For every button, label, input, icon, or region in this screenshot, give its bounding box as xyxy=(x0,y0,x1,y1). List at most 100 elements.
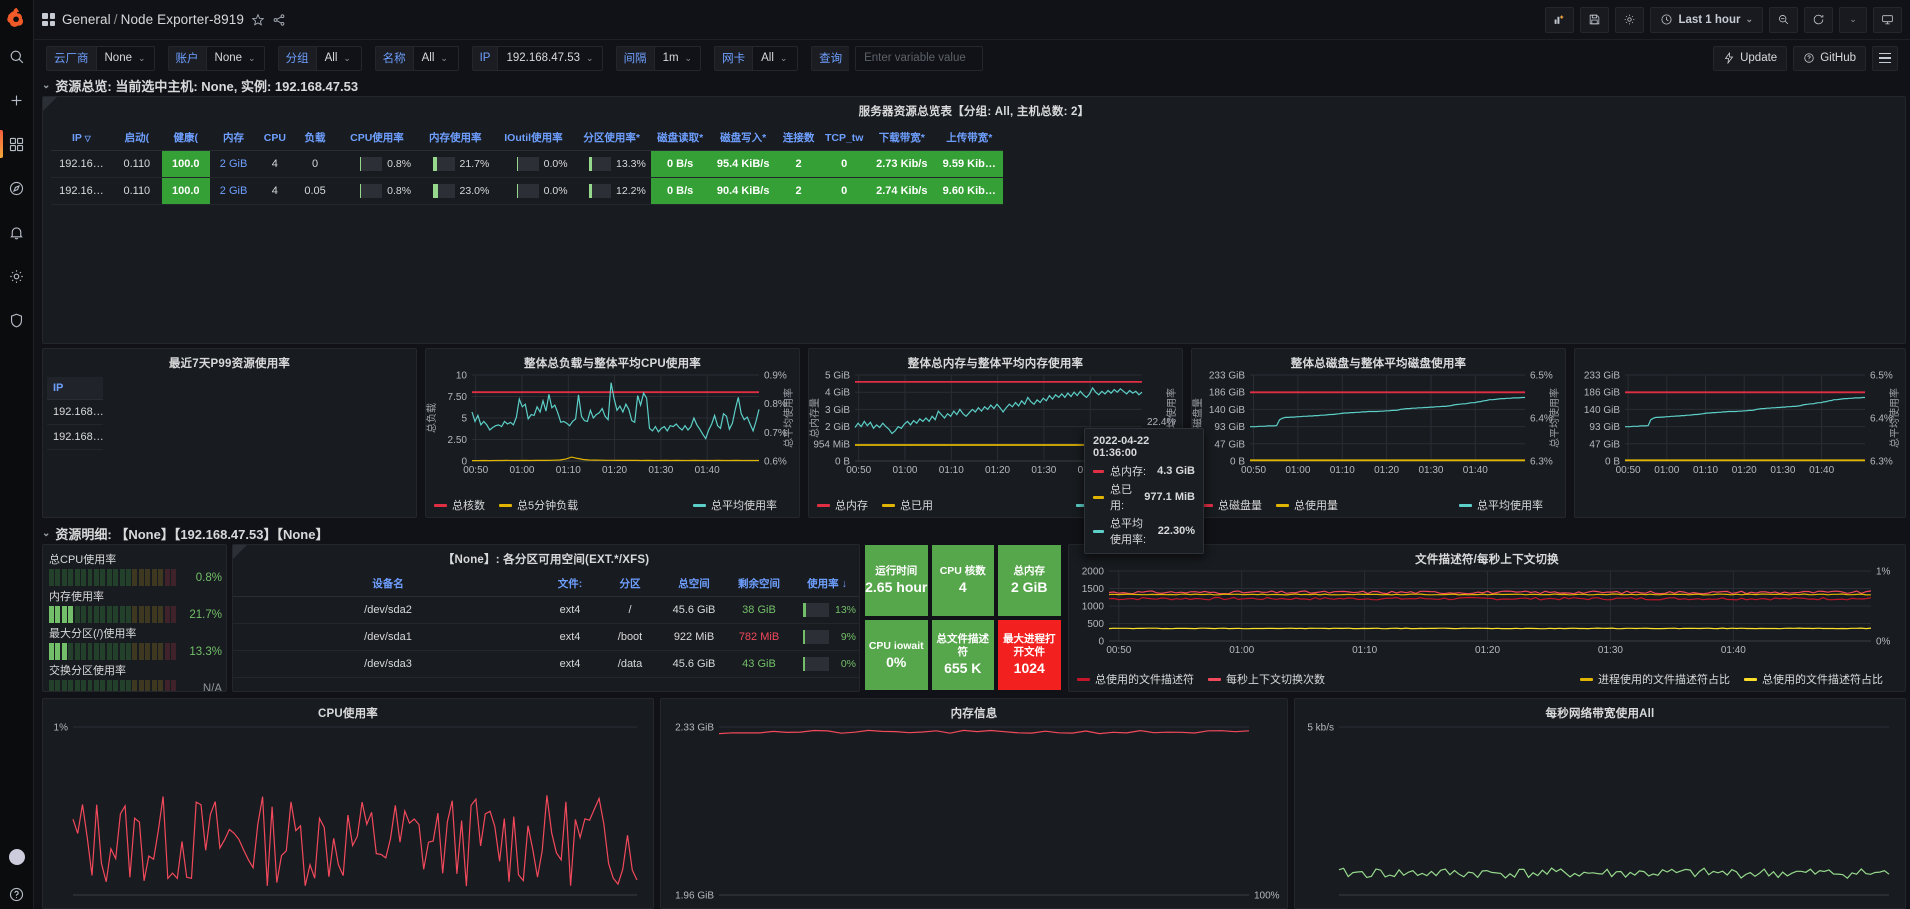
cell-mem-usage: 21.7% xyxy=(416,150,495,178)
col-free-space[interactable]: 剩余空间 xyxy=(725,571,793,597)
list-item[interactable]: 192.168… xyxy=(47,425,104,450)
col-ip[interactable]: IP ▽ xyxy=(51,125,112,151)
svg-text:00:50: 00:50 xyxy=(463,465,488,476)
list-item[interactable]: 192.168… xyxy=(47,400,104,425)
col-filesystem[interactable]: 文件: xyxy=(543,571,597,597)
zoom-out-time-button[interactable] xyxy=(1769,6,1798,33)
refresh-dashboard-button[interactable] xyxy=(1804,6,1833,33)
col-uptime[interactable]: 启动( xyxy=(111,125,162,151)
cell-mem-usage: 23.0% xyxy=(416,177,495,205)
col-cpu[interactable]: CPU xyxy=(257,125,293,151)
legend-item[interactable]: 总5分钟负载 xyxy=(499,497,578,513)
avatar[interactable] xyxy=(8,849,25,865)
legend-item[interactable]: 总磁盘量 xyxy=(1200,497,1262,513)
chart-disk-right[interactable]: 0 B 47 GiB 93 GiB 140 GiB 186 GiB 233 GiB 6.3%… xyxy=(1575,369,1905,477)
sidebar-item-server-admin[interactable] xyxy=(0,298,34,342)
table-row[interactable]: /dev/sda1 ext4/boot 922 MiB 782 MiB 9% xyxy=(233,623,859,651)
stat-tile[interactable]: 总内存 2 GiB xyxy=(997,544,1062,617)
table-row[interactable]: /dev/sda2 ext4/45.6 GiB 38 GiB 13% xyxy=(233,596,859,624)
variable-ip[interactable]: IP 192.168.47.53 ⌄ xyxy=(471,45,603,71)
col-device[interactable]: 设备名 xyxy=(233,571,543,597)
col-usage[interactable]: 使用率 ↓ xyxy=(793,571,859,597)
col-cpu-usage[interactable]: CPU使用率 xyxy=(337,125,417,151)
col-mem-usage[interactable]: 内存使用率 xyxy=(416,125,495,151)
help-icon[interactable] xyxy=(0,879,34,909)
table-row[interactable]: 192.16… 0.110 100.0 2 GiB 4 0 0.8% 21.7% 0.0% 13.… xyxy=(51,150,1003,178)
sidebar-item-dashboards[interactable] xyxy=(0,122,34,166)
legend-item[interactable]: 总内存 xyxy=(817,497,868,513)
cell-total: 45.6 GiB xyxy=(663,596,725,624)
star-icon[interactable] xyxy=(251,13,265,27)
col-load[interactable]: 负载 xyxy=(292,125,338,151)
col-partition-usage[interactable]: 分区使用率* xyxy=(572,125,651,151)
col-connections[interactable]: 连接数 xyxy=(776,125,821,151)
sidebar-item-explore[interactable] xyxy=(0,166,34,210)
sidebar-item-create[interactable] xyxy=(0,78,34,122)
share-icon[interactable] xyxy=(272,13,286,27)
dashboard-menu-button[interactable] xyxy=(1872,45,1898,71)
variable-nic[interactable]: 网卡 All ⌄ xyxy=(714,45,799,71)
legend-item[interactable]: 总使用的文件描述符占比 xyxy=(1744,671,1883,687)
tv-mode-button[interactable] xyxy=(1873,6,1902,33)
col-disk-write[interactable]: 磁盘写入* xyxy=(709,125,777,151)
row-header-overview[interactable]: ⌄ 资源总览: 当前选中主机: None, 实例: 192.168.47.53 xyxy=(42,76,358,95)
table-row[interactable]: /dev/sda3 ext4/data 45.6 GiB 43 GiB 0% xyxy=(233,650,859,678)
legend-item[interactable]: 总核数 xyxy=(434,497,485,513)
dashboard-settings-button[interactable] xyxy=(1615,6,1645,33)
panel-info-corner[interactable]: i xyxy=(233,545,247,559)
col-health[interactable]: 健康( xyxy=(161,125,210,151)
chart-memory-info[interactable]: 1.96 GiB 2.33 GiB 100% xyxy=(661,721,1287,908)
panel-info-corner[interactable]: i xyxy=(43,97,57,111)
sidebar-item-configuration[interactable] xyxy=(0,254,34,298)
col-disk-read[interactable]: 磁盘读取* xyxy=(650,125,710,151)
chart-cpu-usage[interactable]: 1% xyxy=(43,721,653,908)
col-tcp-tw[interactable]: TCP_tw xyxy=(820,125,869,151)
variable-name[interactable]: 名称 All ⌄ xyxy=(374,45,459,71)
bargauge-value: 21.7% xyxy=(189,608,222,621)
breadcrumb-folder[interactable]: General xyxy=(62,12,111,27)
update-button[interactable]: Update xyxy=(1713,45,1788,71)
time-range-picker[interactable]: Last 1 hour ⌄ xyxy=(1650,6,1763,33)
stat-tile[interactable]: CPU 核数 4 xyxy=(930,544,995,617)
variable-query-input[interactable]: Enter variable value xyxy=(855,45,984,71)
stat-tile[interactable]: CPU iowait 0% xyxy=(864,618,929,691)
save-dashboard-button[interactable] xyxy=(1580,6,1610,33)
chart-disk[interactable]: 0 B 47 GiB 93 GiB 140 GiB 186 GiB 233 GiB 6.3%… xyxy=(1192,369,1565,477)
col-mountpoint[interactable]: 分区 xyxy=(597,571,663,597)
col-total-space[interactable]: 总空间 xyxy=(663,571,725,597)
stat-tile[interactable]: 最大进程打开文件 1024 xyxy=(997,618,1062,691)
legend-item[interactable]: 总平均使用率 xyxy=(693,497,777,513)
col-memory[interactable]: 内存 xyxy=(209,125,258,151)
breadcrumb[interactable]: General / Node Exporter-8919 xyxy=(62,12,244,27)
legend-item[interactable]: 总使用量 xyxy=(1276,497,1338,513)
variable-cloud-provider[interactable]: 云厂商 None ⌄ xyxy=(46,45,155,71)
variable-group[interactable]: 分组 All ⌄ xyxy=(277,45,362,71)
legend-item[interactable]: 每秒上下文切换次数 xyxy=(1208,671,1325,687)
chart-network-bandwidth[interactable]: 5 kb/s xyxy=(1295,721,1905,908)
breadcrumb-dashboard[interactable]: Node Exporter-8919 xyxy=(121,12,244,27)
variable-interval[interactable]: 间隔 1m ⌄ xyxy=(615,45,702,71)
legend-item[interactable]: 总使用的文件描述符 xyxy=(1077,671,1194,687)
col-ip[interactable]: IP xyxy=(47,377,103,400)
cell-mountpoint: /boot xyxy=(597,623,663,651)
stat-tile[interactable]: 总文件描述符 655 K xyxy=(930,618,995,691)
add-panel-button[interactable] xyxy=(1545,6,1575,33)
variable-account[interactable]: 账户 None ⌄ xyxy=(167,45,265,71)
sidebar-item-search[interactable] xyxy=(0,34,34,78)
grafana-logo[interactable] xyxy=(0,0,34,34)
chart-fd-ctx[interactable]: 0 500 1000 1500 2000 0% 1% 00:50 01:00 01:10 01:20… xyxy=(1069,565,1905,657)
table-row[interactable]: 192.16… 0.110 100.0 2 GiB 4 0.05 0.8% 23.0% 0.0%… xyxy=(51,177,1003,205)
row-header-detail[interactable]: ⌄ 资源明细: 【None】【192.168.47.53】【None】 xyxy=(42,524,328,543)
col-ioutil-usage[interactable]: IOutil使用率 xyxy=(494,125,573,151)
refresh-interval-dropdown[interactable]: ⌄ xyxy=(1839,6,1867,33)
col-upload-bw[interactable]: 上传带宽* xyxy=(935,125,1003,151)
stat-tile[interactable]: 运行时间 2.65 hour xyxy=(864,544,929,617)
col-download-bw[interactable]: 下载带宽* xyxy=(868,125,936,151)
legend-item[interactable]: 进程使用的文件描述符占比 xyxy=(1580,671,1730,687)
variable-query[interactable]: 查询 Enter variable value xyxy=(811,45,984,71)
legend-item[interactable]: 总平均使用率 xyxy=(1459,497,1543,513)
legend-item[interactable]: 总已用 xyxy=(882,497,933,513)
sidebar-item-alerting[interactable] xyxy=(0,210,34,254)
github-link-button[interactable]: GitHub xyxy=(1793,45,1866,71)
chart-load-cpu[interactable]: 0 2.50 5 7.50 10 0.6% 0.7% 0.8% 0.9% 00:50 01:00 01… xyxy=(426,369,799,477)
